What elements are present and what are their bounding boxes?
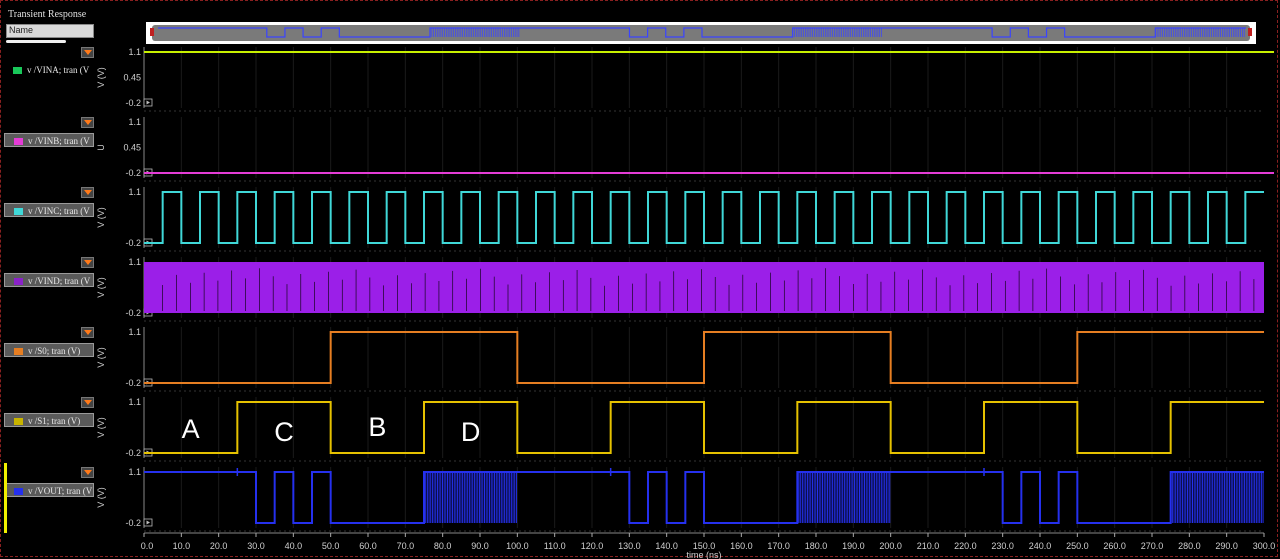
x-tick-label: 110.0 <box>544 541 566 551</box>
x-tick-label: 240.0 <box>1029 541 1052 551</box>
x-tick-label: 300.0 <box>1253 541 1276 551</box>
x-tick-label: 180.0 <box>805 541 828 551</box>
x-tick-label: 90.0 <box>471 541 489 551</box>
x-tick-label: 10.0 <box>173 541 191 551</box>
overview-strip <box>146 22 1256 44</box>
y-axis-label: V (V) <box>96 207 106 228</box>
signal-trace <box>144 262 1264 313</box>
y-tick-label: -0.2 <box>125 518 141 528</box>
annotation-label: B <box>368 412 386 442</box>
x-tick-label: 160.0 <box>730 541 753 551</box>
y-tick-label: 1.1 <box>128 397 141 407</box>
annotation-label: A <box>182 414 200 444</box>
y-axis-label: V (V) <box>96 347 106 368</box>
x-tick-label: 40.0 <box>285 541 303 551</box>
overview-left-handle-icon <box>150 28 154 36</box>
x-tick-label: 100.0 <box>506 541 529 551</box>
y-axis-label: V (V) <box>96 487 106 508</box>
y-tick-label: -0.2 <box>125 378 141 388</box>
y-tick-label: 1.1 <box>128 47 141 57</box>
y-tick-label: -0.2 <box>125 168 141 178</box>
annotation-label: D <box>461 417 481 447</box>
y-axis-label: V (V) <box>96 67 106 88</box>
y-tick-label: 1.1 <box>128 187 141 197</box>
x-axis-label: time (ns) <box>686 550 721 559</box>
panel: 1.1 -0.2 V (V) <box>96 467 1264 532</box>
y-axis-label: U <box>96 144 106 151</box>
x-tick-label: 230.0 <box>991 541 1014 551</box>
x-tick-label: 120.0 <box>581 541 604 551</box>
x-tick-label: 170.0 <box>767 541 790 551</box>
x-tick-label: 20.0 <box>210 541 228 551</box>
y-tick-label: -0.2 <box>125 238 141 248</box>
x-axis: 0.0 10.0 20.0 30.0 40.0 50.0 60.0 70.0 80.0 90.0 1… <box>141 532 1276 559</box>
x-tick-label: 200.0 <box>879 541 902 551</box>
y-axis-label: V (V) <box>96 417 106 438</box>
x-tick-label: 260.0 <box>1103 541 1126 551</box>
x-tick-label: 50.0 <box>322 541 340 551</box>
annotation-label: C <box>274 417 294 447</box>
y-tick-label: -0.2 <box>125 98 141 108</box>
panel: 1.1 -0.2 V (V) <box>96 397 1264 462</box>
y-tick-label: 1.1 <box>128 327 141 337</box>
x-tick-label: 190.0 <box>842 541 865 551</box>
y-tick-label: 0.45 <box>123 73 141 83</box>
x-tick-label: 130.0 <box>618 541 641 551</box>
panel: 1.1 -0.2 V (V) <box>96 327 1264 392</box>
y-axis-label: V (V) <box>96 277 106 298</box>
panel: 1.1 0.45 -0.2 U <box>96 117 1274 182</box>
overview-right-handle-icon <box>1248 28 1252 36</box>
y-tick-label: 1.1 <box>128 467 141 477</box>
x-tick-label: 60.0 <box>359 541 377 551</box>
x-tick-label: 0.0 <box>141 541 154 551</box>
y-tick-label: -0.2 <box>125 308 141 318</box>
x-tick-label: 270.0 <box>1141 541 1164 551</box>
x-tick-label: 220.0 <box>954 541 977 551</box>
x-tick-label: 30.0 <box>247 541 265 551</box>
x-tick-label: 210.0 <box>917 541 940 551</box>
signal-trace <box>144 191 1264 244</box>
y-tick-label: 1.1 <box>128 257 141 267</box>
x-tick-label: 80.0 <box>434 541 452 551</box>
y-tick-label: -0.2 <box>125 448 141 458</box>
y-tick-label: 0.45 <box>123 143 141 153</box>
x-tick-label: 280.0 <box>1178 541 1201 551</box>
panel: 1.1 -0.2 V (V) <box>96 187 1264 252</box>
y-tick-label: 1.1 <box>128 117 141 127</box>
x-tick-label: 140.0 <box>655 541 678 551</box>
panel: 1.1 0.45 -0.2 V (V) <box>96 47 1274 112</box>
waveform-plot[interactable]: 1.1 0.45 -0.2 V (V) 1.1 0.45 -0.2 U 1.1 -0.2 V (V)… <box>0 0 1280 559</box>
x-tick-label: 250.0 <box>1066 541 1089 551</box>
x-tick-label: 290.0 <box>1215 541 1238 551</box>
x-tick-label: 70.0 <box>397 541 415 551</box>
panel: 1.1 -0.2 V (V) <box>96 257 1264 322</box>
